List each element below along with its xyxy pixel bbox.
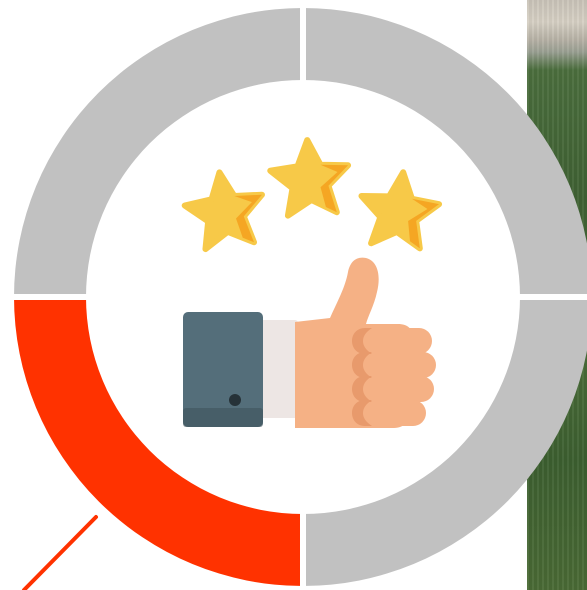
- rating-graphic: [0, 0, 587, 590]
- cuff-button: [229, 394, 241, 406]
- sleeve: [258, 320, 298, 418]
- pointer-line: [22, 515, 98, 590]
- cuff-shadow: [183, 408, 263, 427]
- infographic-stage: [0, 0, 587, 590]
